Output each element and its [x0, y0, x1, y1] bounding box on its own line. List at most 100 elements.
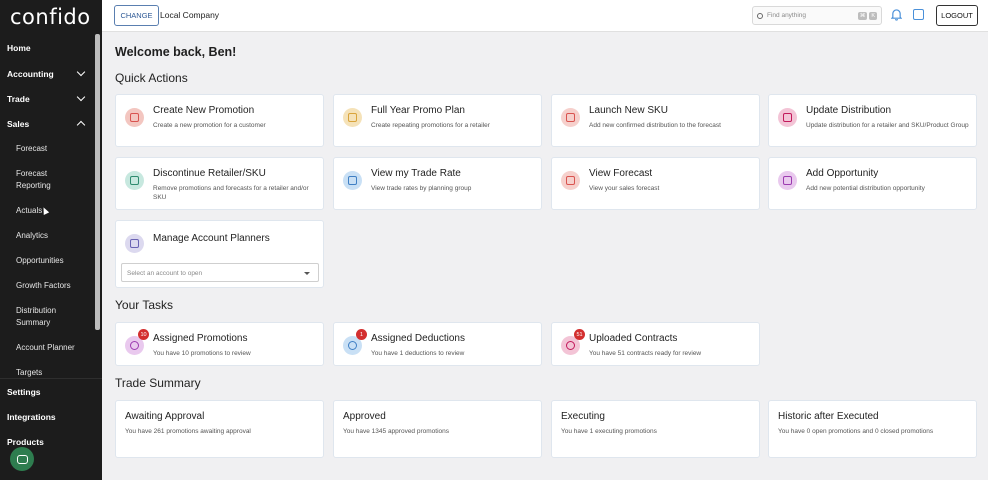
sidebar-nav: Home Accounting Trade Sales Forecast For… — [0, 34, 102, 385]
search-input[interactable]: Find anything ⌘ K — [752, 6, 882, 25]
task-desc: You have 10 promotions to review — [153, 350, 251, 357]
sidebar-item-label: Accounting — [7, 68, 54, 79]
quick-action-desc: Add new potential distribution opportuni… — [806, 185, 925, 192]
quick-action-card[interactable]: Full Year Promo Plan Create repeating pro… — [333, 94, 542, 147]
sidebar-subitem-forecast-reporting[interactable]: Forecast Reporting — [0, 161, 102, 198]
quick-action-card[interactable]: View Forecast View your sales forecast — [551, 157, 760, 210]
forecast-icon — [561, 171, 580, 190]
quick-action-card[interactable]: Discontinue Retailer/SKU Remove promotion… — [115, 157, 324, 210]
account-select[interactable]: Select an account to open — [121, 263, 319, 282]
quick-actions-title: Quick Actions — [115, 71, 188, 85]
planner-icon — [125, 234, 144, 253]
confido-logo[interactable]: confido — [0, 0, 102, 34]
sidebar-item-label: Settings — [7, 386, 41, 397]
chevron-up-icon — [76, 120, 86, 130]
quick-action-desc: Create repeating promotions for a retail… — [371, 122, 490, 129]
chevron-down-icon — [76, 67, 86, 77]
discontinue-icon — [125, 171, 144, 190]
distribution-icon — [778, 108, 797, 127]
account-select-placeholder: Select an account to open — [127, 270, 203, 277]
quick-action-card[interactable]: Update Distribution Update distribution f… — [768, 94, 977, 147]
task-card[interactable]: 10 Assigned Promotions You have 10 promoti… — [115, 322, 324, 366]
quick-action-title: Create New Promotion — [153, 105, 255, 116]
summary-title: Awaiting Approval — [125, 411, 205, 422]
sidebar-item-settings[interactable]: Settings — [0, 379, 102, 404]
caret-down-icon — [304, 272, 310, 275]
quick-action-card[interactable]: Create New Promotion Create a new promoti… — [115, 94, 324, 147]
quick-action-desc: View your sales forecast — [589, 185, 660, 192]
sidebar-subitem-actuals[interactable]: Actuals — [0, 198, 102, 223]
sidebar-subitem-account-planner[interactable]: Account Planner — [0, 335, 102, 360]
icon-glyph — [783, 113, 792, 122]
quick-action-title: Update Distribution — [806, 105, 892, 116]
sidebar-item-sales[interactable]: Sales — [0, 111, 102, 136]
icon-glyph — [566, 176, 575, 185]
trade-summary-card[interactable]: Historic after Executed You have 0 open p… — [768, 400, 977, 458]
sku-icon — [561, 108, 580, 127]
quick-action-card[interactable]: Launch New SKU Add new confirmed distribu… — [551, 94, 760, 147]
bell-icon[interactable] — [891, 9, 902, 21]
sidebar-subitem-label: Opportunities — [16, 255, 64, 265]
summary-title: Approved — [343, 411, 386, 422]
icon-glyph — [566, 113, 575, 122]
quick-action-desc: View trade rates by planning group — [371, 185, 472, 192]
sidebar-subitem-analytics[interactable]: Analytics — [0, 223, 102, 248]
sidebar-item-label: Sales — [7, 118, 30, 129]
chevron-down-icon — [76, 92, 86, 102]
task-title: Assigned Promotions — [153, 333, 248, 344]
sidebar-subitem-label: Account Planner — [16, 342, 75, 352]
quick-action-title: View my Trade Rate — [371, 168, 461, 179]
sidebar-item-label: Products — [7, 436, 44, 447]
task-card[interactable]: 51 Uploaded Contracts You have 51 contract… — [551, 322, 760, 366]
sidebar-subitem-growth-factors[interactable]: Growth Factors — [0, 273, 102, 298]
search-icon — [757, 12, 763, 19]
calendar-icon — [343, 108, 362, 127]
chat-icon — [16, 454, 28, 464]
icon-glyph — [348, 341, 357, 350]
trade-summary-card[interactable]: Approved You have 1345 approved promotion… — [333, 400, 542, 458]
sidebar-subitem-forecast[interactable]: Forecast — [0, 136, 102, 161]
task-desc: You have 1 deductions to review — [371, 350, 465, 357]
quick-action-desc: Create a new promotion for a customer — [153, 122, 266, 129]
summary-desc: You have 1345 approved promotions — [343, 428, 450, 435]
quick-action-desc: Remove promotions and forecasts for a re… — [153, 185, 309, 201]
trade-summary-card[interactable]: Executing You have 1 executing promotions — [551, 400, 760, 458]
summary-desc: You have 0 open promotions and 0 closed … — [778, 428, 934, 435]
sidebar-item-home[interactable]: Home — [0, 34, 102, 61]
sidebar-subitem-distribution-summary[interactable]: Distribution Summary — [0, 298, 102, 335]
task-card[interactable]: 1 Assigned Deductions You have 1 deduction… — [333, 322, 542, 366]
quick-action-card[interactable]: Manage Account Planners Select an account… — [115, 220, 324, 288]
shortcut-key: K — [869, 11, 877, 20]
task-count-badge: 51 — [574, 329, 585, 340]
quick-action-card[interactable]: Add Opportunity Add new potential distrib… — [768, 157, 977, 210]
task-desc: You have 51 contracts ready for review — [589, 350, 702, 357]
icon-glyph — [783, 176, 792, 185]
change-company-button[interactable]: CHANGE — [114, 5, 159, 26]
summary-title: Historic after Executed — [778, 411, 879, 422]
quick-action-title: View Forecast — [589, 168, 653, 179]
sidebar-subitem-label: Analytics — [16, 230, 49, 240]
sidebar-item-integrations[interactable]: Integrations — [0, 404, 102, 429]
logout-button[interactable]: LOGOUT — [936, 5, 978, 26]
percent-icon — [343, 171, 362, 190]
sidebar-subitem-label: Growth Factors — [16, 280, 71, 290]
quick-action-desc: Add new confirmed distribution to the fo… — [589, 122, 721, 129]
sidebar-subitem-label: Actuals — [16, 205, 43, 215]
main-content: Welcome back, Ben! Quick Actions Create … — [102, 32, 988, 480]
task-count-badge: 1 — [356, 329, 367, 340]
promotion-icon — [125, 108, 144, 127]
sidebar-item-label: Trade — [7, 93, 30, 104]
sidebar-subitem-opportunities[interactable]: Opportunities — [0, 248, 102, 273]
sidebar-item-trade[interactable]: Trade — [0, 86, 102, 111]
chat-button[interactable] — [10, 447, 34, 471]
welcome-heading: Welcome back, Ben! — [115, 45, 237, 59]
company-name: Local Company — [160, 10, 220, 20]
sidebar-item-label: Home — [7, 42, 31, 53]
trade-summary-card[interactable]: Awaiting Approval You have 261 promotions… — [115, 400, 324, 458]
quick-action-title: Add Opportunity — [806, 168, 879, 179]
sidebar-item-accounting[interactable]: Accounting — [0, 61, 102, 86]
inbox-icon[interactable] — [913, 9, 924, 20]
quick-action-card[interactable]: View my Trade Rate View trade rates by pl… — [333, 157, 542, 210]
quick-action-title: Full Year Promo Plan — [371, 105, 465, 116]
icon-glyph — [348, 113, 357, 122]
